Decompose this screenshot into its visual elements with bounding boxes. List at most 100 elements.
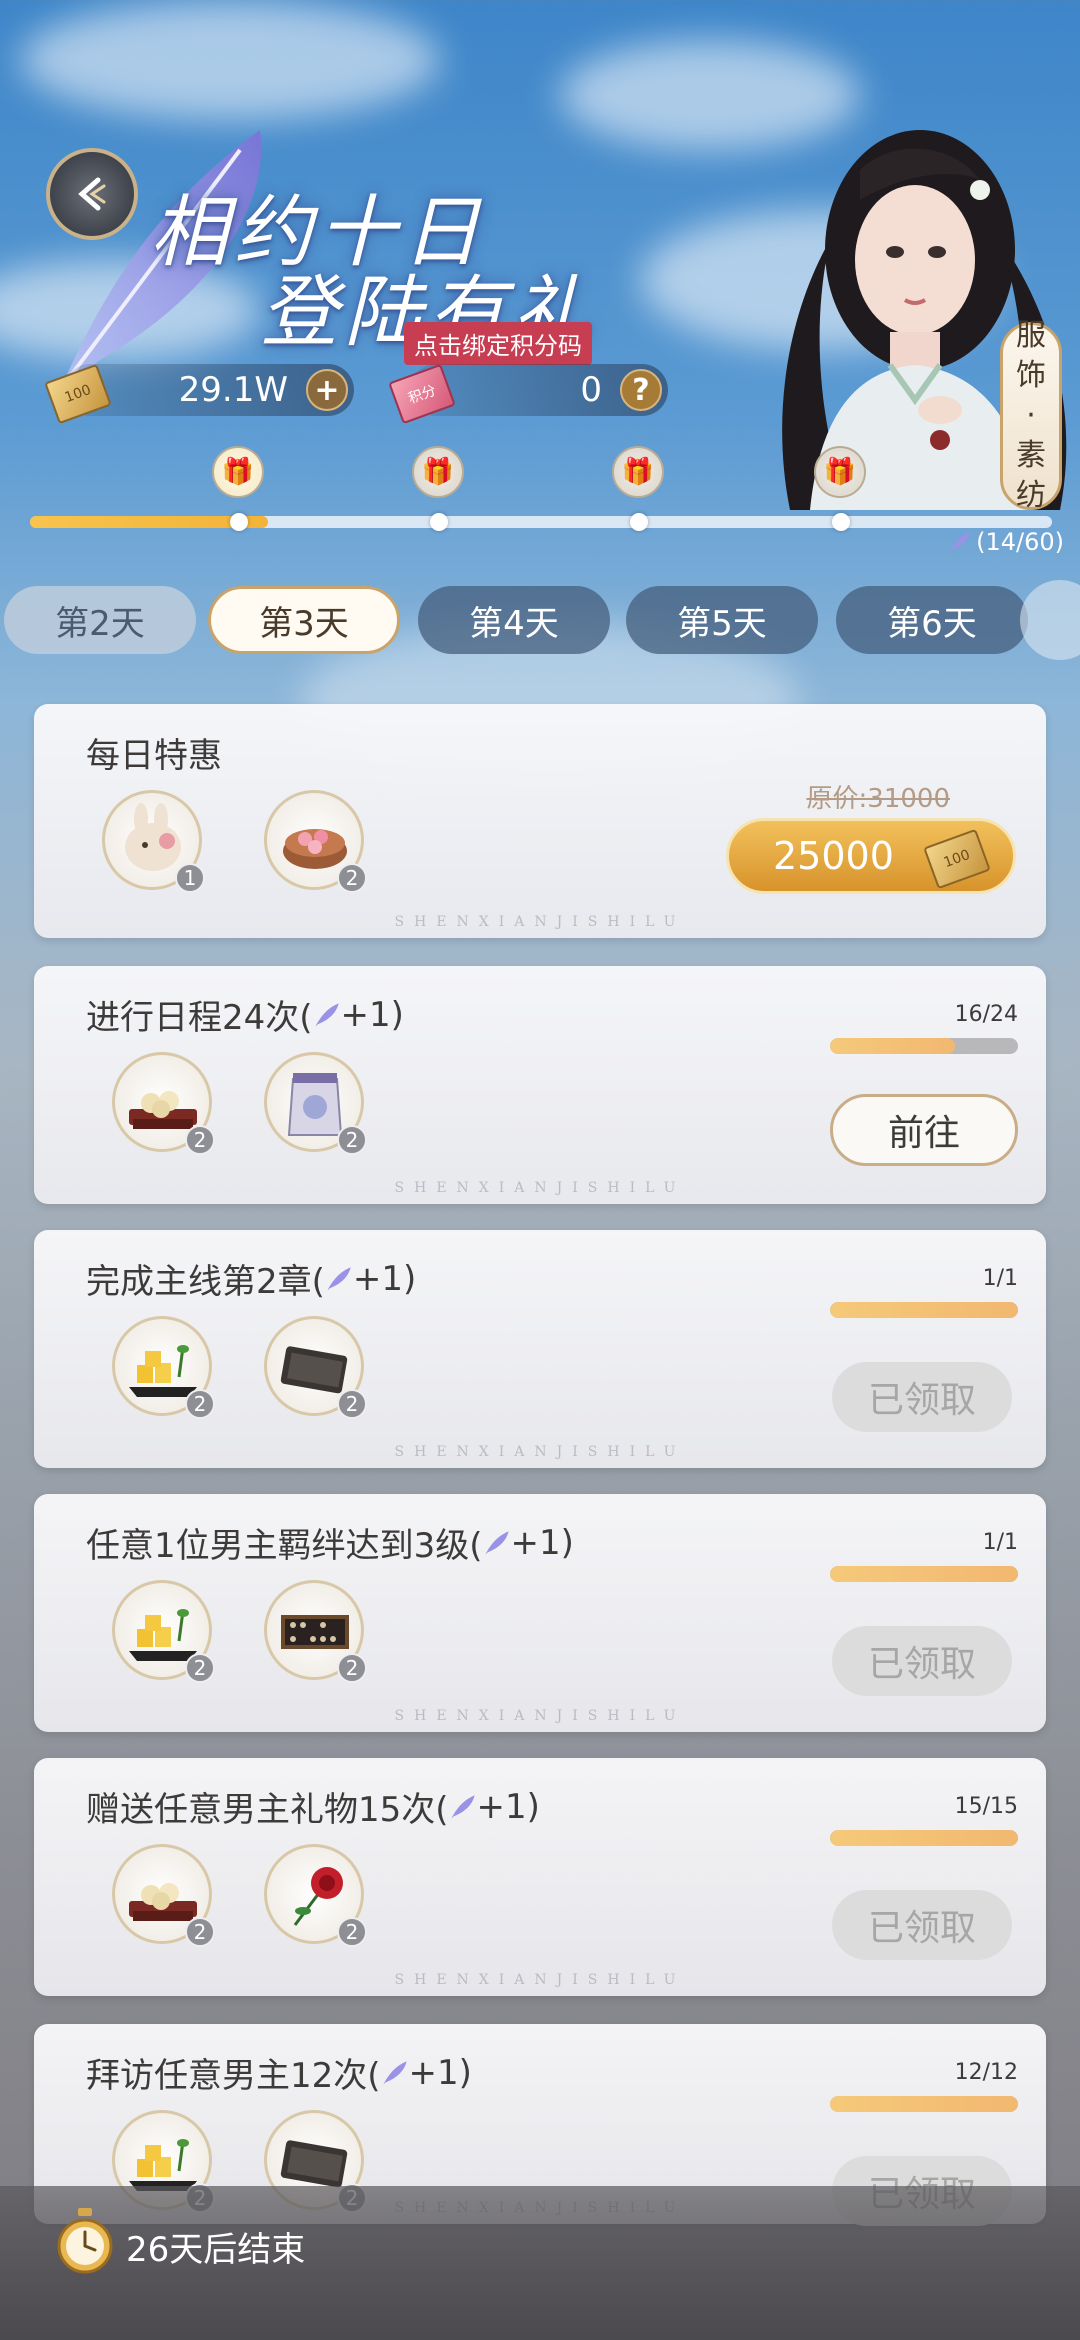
task-progress-fill [830, 2096, 1018, 2112]
item-quantity: 2 [185, 1653, 215, 1683]
task-title-text: 任意1位男主羁绊达到3级( [86, 1526, 483, 1566]
progress-node [832, 513, 850, 531]
outfit-badge-char: 素 [1016, 438, 1046, 473]
reward-item[interactable]: 2 [264, 790, 367, 893]
reward-item[interactable]: 2 [264, 1844, 367, 1947]
add-currency-button[interactable]: + [306, 369, 348, 411]
item-quantity: 2 [185, 1389, 215, 1419]
task-title: 完成主线第2章( +1) [86, 1254, 416, 1303]
task-progress-count: 1/1 [982, 1266, 1018, 1291]
back-button[interactable] [46, 148, 138, 240]
tab-day-4[interactable]: 第4天 [418, 586, 610, 654]
reward-item[interactable]: 2 [112, 1844, 215, 1947]
task-title: 赠送任意男主礼物15次(+1) [86, 1782, 540, 1831]
tab-day-5[interactable]: 第5天 [626, 586, 818, 654]
tab-day-2[interactable]: 第2天 [4, 586, 196, 654]
feather-icon [382, 2060, 407, 2085]
feather-icon [327, 1266, 351, 1291]
outfit-badge-char: 纺 [1016, 478, 1046, 513]
task-title: 拜访任意男主12次(+1) [86, 2048, 472, 2097]
task-title: 任意1位男主羁绊达到3级( +1) [86, 1518, 574, 1567]
task-progress-fill [830, 1038, 956, 1054]
tab-day-3[interactable]: 第3天 [208, 586, 400, 654]
task-card: 完成主线第2章( +1) 1/1 2 2 已领取 SHENXIANJISHILU [34, 1230, 1046, 1468]
cloud [20, 0, 440, 120]
daily-deal-title: 每日特惠 [86, 736, 222, 776]
watermark: SHENXIANJISHILU [394, 1972, 686, 1988]
item-quantity: 2 [337, 1125, 367, 1155]
buy-button[interactable]: 25000 100 [726, 818, 1016, 894]
go-button[interactable]: 前往 [830, 1094, 1018, 1166]
gift-box-icon[interactable]: 🎁 [412, 446, 464, 498]
watermark: SHENXIANJISHILU [394, 1708, 686, 1724]
feather-icon [484, 1530, 509, 1555]
progress-node [630, 513, 648, 531]
original-price: 原价:31000 [806, 784, 950, 814]
currency-bar: 29.1W + [64, 364, 354, 416]
task-reward-text: +1) [476, 1786, 540, 1827]
ticket-icon: 100 [923, 828, 991, 890]
task-card: 进行日程24次( +1) 16/24 2 2 前往 SHENXIANJISHILU [34, 966, 1046, 1204]
reward-item[interactable]: 2 [264, 1316, 367, 1419]
task-progress-count: 16/24 [954, 1002, 1018, 1027]
gift-box-icon[interactable]: 🎁 [814, 446, 866, 498]
reward-item[interactable]: 2 [112, 1580, 215, 1683]
reward-item[interactable]: 2 [112, 1052, 215, 1155]
back-arrow-icon [78, 177, 106, 211]
task-card: 任意1位男主羁绊达到3级( +1) 1/1 2 2 已领取 SHENXIANJISHILU [34, 1494, 1046, 1732]
currency-value: 29.1W [178, 370, 288, 410]
task-reward-text: +1) [352, 1258, 417, 1299]
points-help-button[interactable]: ? [620, 369, 662, 411]
progress-count: (14/60) [948, 528, 1064, 556]
gift-box-icon[interactable]: 🎁 [612, 446, 664, 498]
progress-node [430, 513, 448, 531]
item-quantity: 1 [175, 863, 205, 893]
points-value: 0 [580, 370, 602, 410]
task-progress-count: 15/15 [954, 1794, 1018, 1819]
task-progress-bar [830, 2096, 1018, 2112]
item-quantity: 2 [337, 1653, 367, 1683]
claimed-button: 已领取 [832, 1626, 1012, 1696]
task-progress-count: 1/1 [982, 1530, 1018, 1555]
item-quantity: 2 [337, 863, 367, 893]
task-title-text: 进行日程24次( [86, 998, 313, 1038]
task-reward-text: +1) [340, 994, 404, 1035]
task-reward-text: +1) [510, 1522, 574, 1563]
task-progress-count: 12/12 [954, 2060, 1018, 2085]
claimed-button: 已领取 [832, 1362, 1012, 1432]
tab-scroll-indicator[interactable] [1020, 580, 1080, 660]
task-title-text: 完成主线第2章( [86, 1262, 325, 1302]
bind-points-code-link[interactable]: 点击绑定积分码 [404, 322, 592, 365]
stopwatch-icon [57, 2208, 113, 2274]
outfit-badge-char: 饰 [1016, 358, 1046, 393]
task-title: 进行日程24次( +1) [86, 990, 404, 1039]
item-quantity: 2 [185, 1125, 215, 1155]
feather-icon [314, 1002, 339, 1027]
watermark: SHENXIANJISHILU [394, 914, 686, 930]
task-card: 赠送任意男主礼物15次(+1) 15/15 2 2 已领取 SHENXIANJISHILU [34, 1758, 1046, 1996]
item-quantity: 2 [337, 1917, 367, 1947]
progress-node [230, 513, 248, 531]
task-title-text: 拜访任意男主12次( [86, 2056, 381, 2096]
task-progress-bar [830, 1830, 1018, 1846]
watermark: SHENXIANJISHILU [394, 1180, 686, 1196]
outfit-badge-char: · [1026, 398, 1036, 433]
outfit-badge[interactable]: 服 饰 · 素 纺 [1000, 318, 1062, 513]
reward-item[interactable]: 2 [112, 1316, 215, 1419]
reward-item[interactable]: 2 [264, 1052, 367, 1155]
reward-item[interactable]: 2 [264, 1580, 367, 1683]
watermark: SHENXIANJISHILU [394, 1444, 686, 1460]
gift-box-icon[interactable]: 🎁 [212, 446, 264, 498]
feather-icon [950, 532, 971, 552]
tab-day-6[interactable]: 第6天 [836, 586, 1028, 654]
progress-count-text: (14/60) [976, 528, 1064, 556]
buy-price: 25000 [773, 834, 894, 878]
time-left: 26天后结束 [126, 2230, 306, 2270]
task-progress-bar [830, 1566, 1018, 1582]
outfit-badge-char: 服 [1016, 318, 1046, 353]
task-progress-fill [830, 1302, 1018, 1318]
item-quantity: 2 [185, 1917, 215, 1947]
daily-deal-card: 每日特惠 1 2 原价:31000 25000 100 SHENXIANJISH… [34, 704, 1046, 938]
task-progress-bar [830, 1038, 1018, 1054]
reward-item[interactable]: 1 [102, 790, 205, 893]
